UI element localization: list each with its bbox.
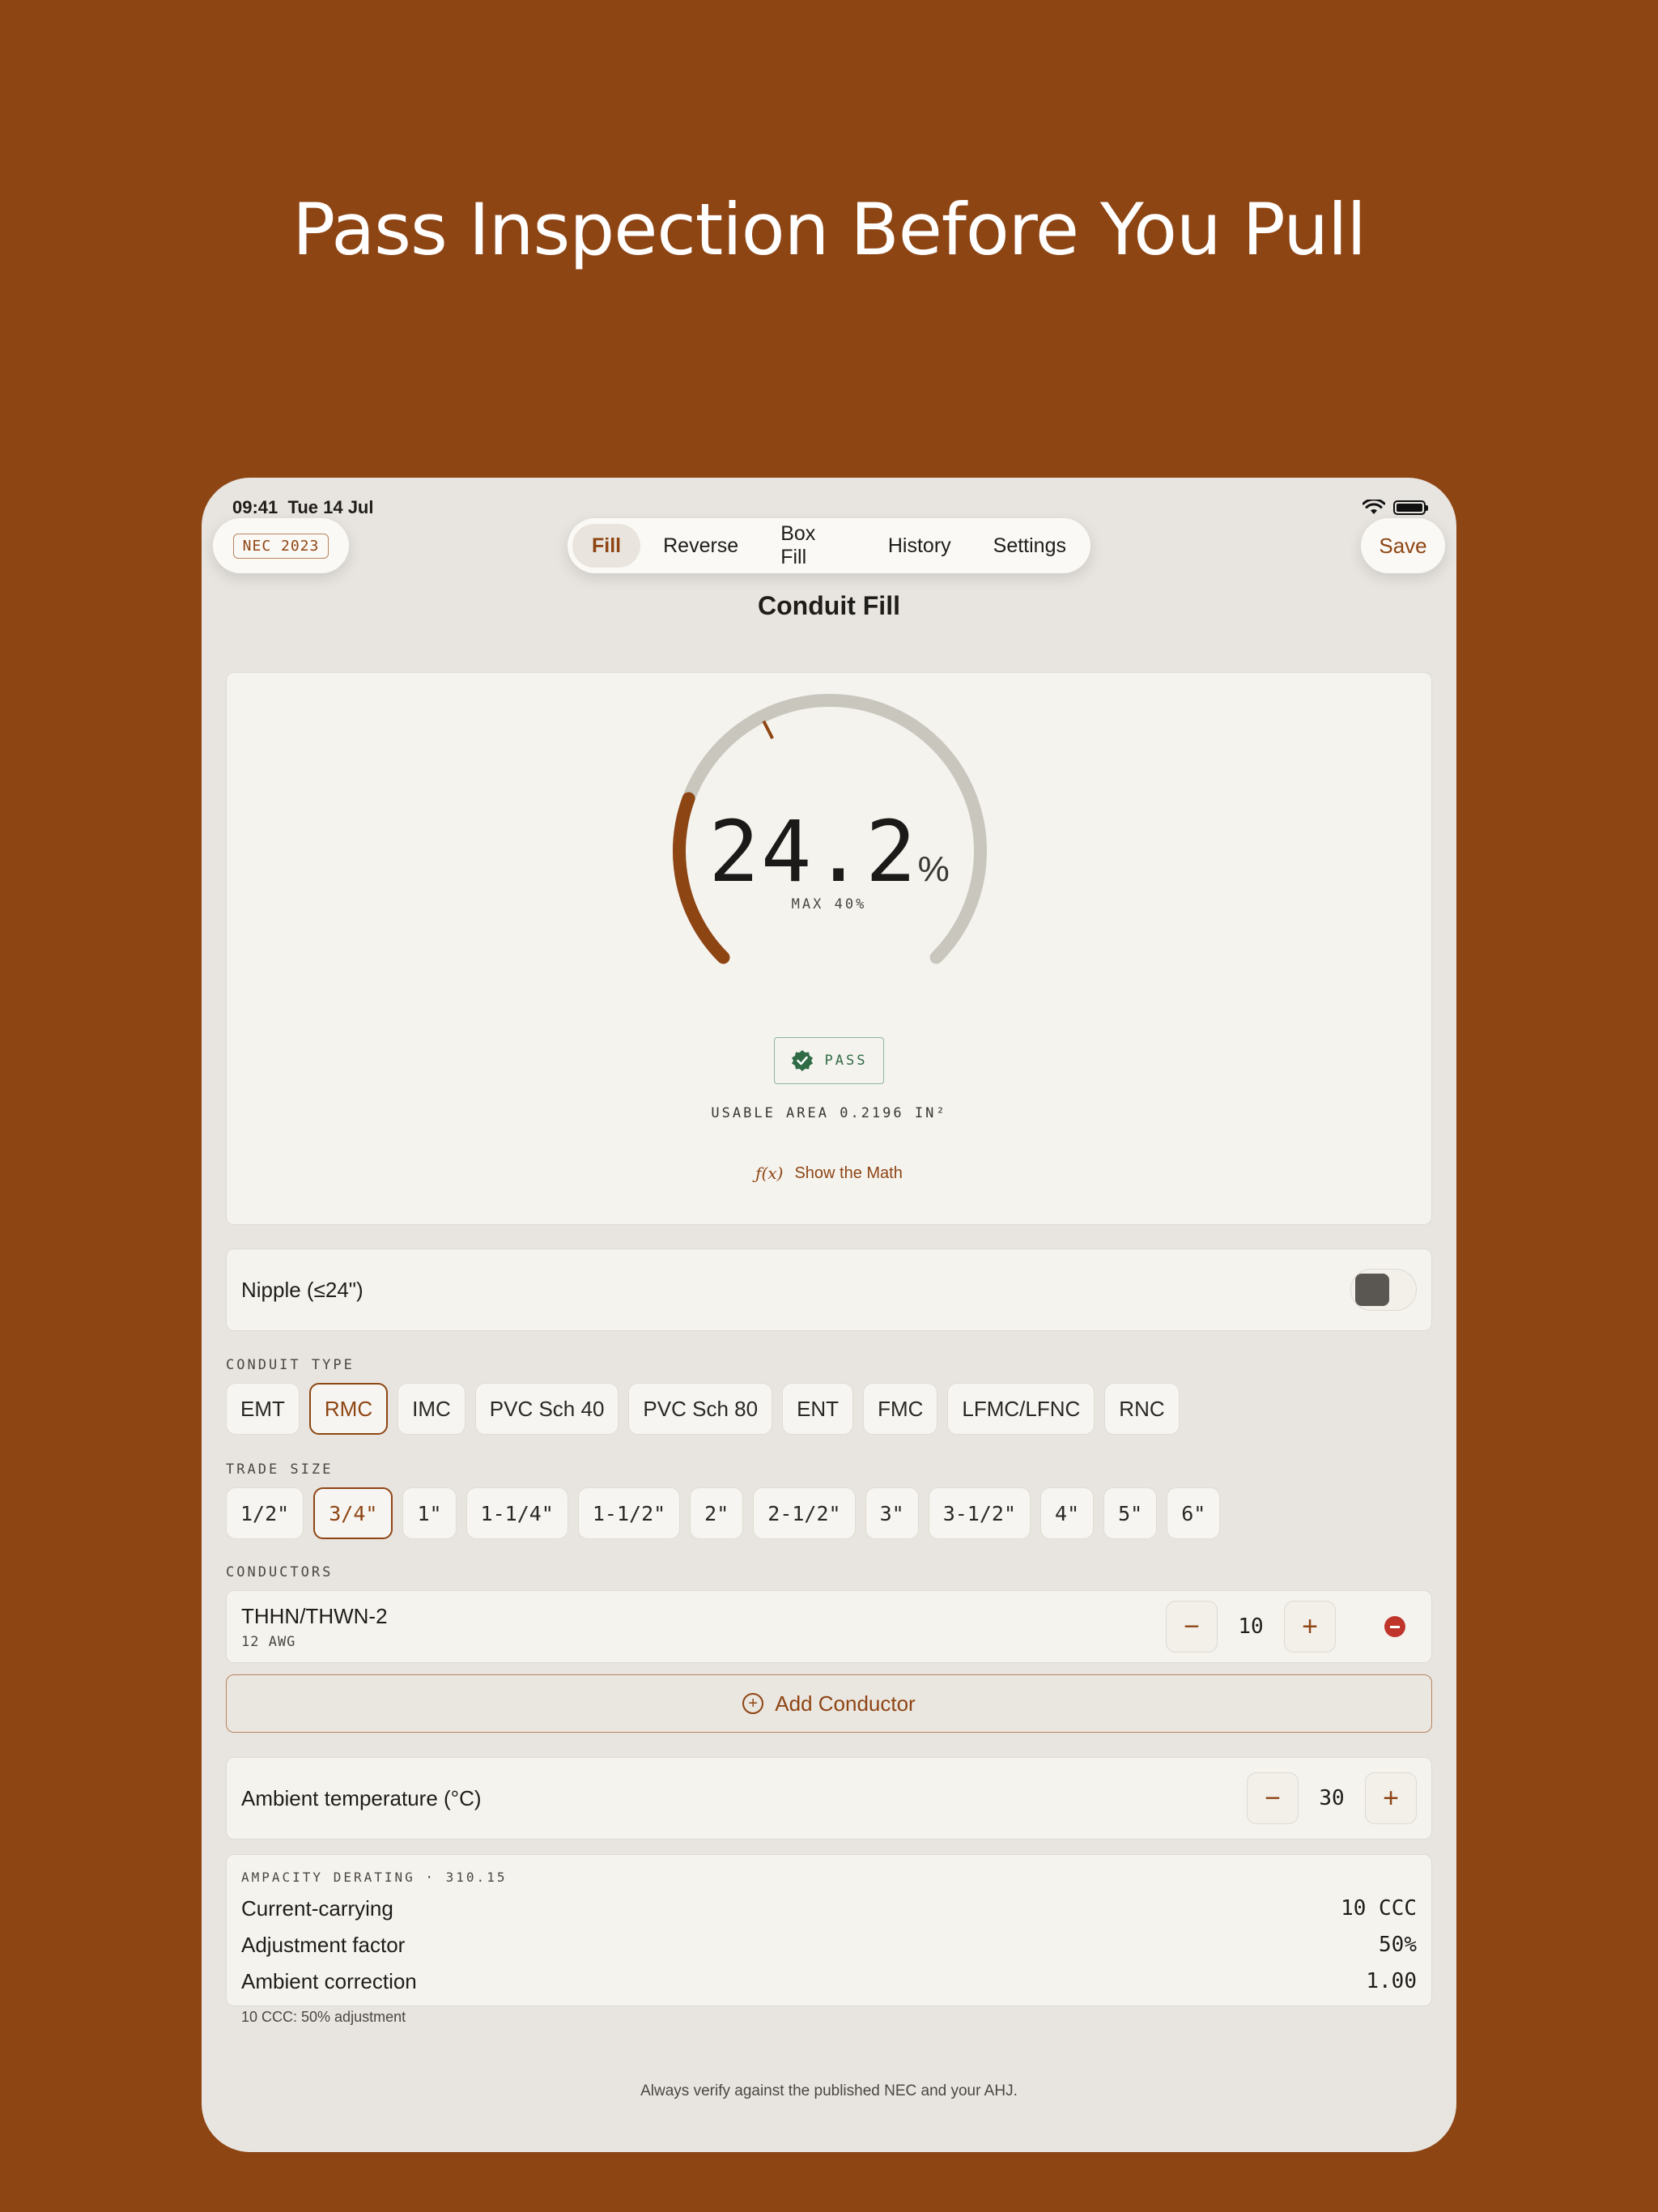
fill-max-label: MAX 40% (791, 896, 867, 912)
derating-row-adjustment: Adjustment factor 50% (241, 1933, 1417, 1958)
conductor-row: THHN/THWN-2 12 AWG − 10 + (226, 1590, 1432, 1663)
trade-size-2-1-2[interactable]: 2-1/2" (753, 1487, 856, 1539)
add-conductor-label: Add Conductor (775, 1691, 916, 1716)
screen-title: Conduit Fill (758, 591, 900, 620)
derating-row-ccc: Current-carrying 10 CCC (241, 1896, 1417, 1921)
status-badge: PASS (774, 1037, 884, 1084)
toggle-knob (1355, 1274, 1389, 1306)
trade-size-1[interactable]: 1" (402, 1487, 457, 1539)
conduit-option-rmc[interactable]: RMC (308, 1383, 389, 1435)
function-icon: ƒ(x) (755, 1163, 784, 1183)
conductor-decrement-button[interactable]: − (1166, 1601, 1218, 1653)
trade-size-4[interactable]: 4" (1040, 1487, 1095, 1539)
conductor-size: 12 AWG (241, 1633, 296, 1650)
conductor-count-stepper: − 10 + (1166, 1601, 1417, 1653)
trade-size-1-2[interactable]: 1/2" (226, 1487, 304, 1539)
plus-circle-icon: + (742, 1693, 764, 1714)
nec-edition-badge: NEC 2023 (232, 533, 329, 559)
conduit-option-fmc[interactable]: FMC (863, 1383, 938, 1435)
tab-bar: Fill Reverse Box Fill History Settings (568, 518, 1090, 573)
derating-row-value: 50% (1379, 1933, 1417, 1957)
conduit-option-imc[interactable]: IMC (397, 1383, 466, 1435)
tab-fill[interactable]: Fill (572, 524, 641, 568)
fill-gauge-card: 24.2% MAX 40% PASS USABLE AREA 0.2196 IN… (226, 672, 1432, 1225)
fill-percent-value: 24.2 (708, 802, 918, 901)
status-date: Tue 14 Jul (287, 497, 374, 517)
status-time-date: 09:41 Tue 14 Jul (232, 497, 373, 518)
fill-percent-unit: % (917, 849, 950, 889)
conduit-option-emt[interactable]: EMT (226, 1383, 300, 1435)
trade-size-options: 1/2" 3/4" 1" 1-1/4" 1-1/2" 2" 2-1/2" 3" … (226, 1487, 1221, 1539)
ambient-value: 30 (1319, 1786, 1345, 1810)
remove-conductor-icon[interactable] (1384, 1616, 1405, 1637)
wifi-icon (1363, 500, 1385, 514)
ambient-stepper: − 30 + (1247, 1772, 1417, 1824)
ambient-temperature-row: Ambient temperature (°C) − 30 + (226, 1757, 1432, 1840)
conduit-option-rnc[interactable]: RNC (1104, 1383, 1180, 1435)
derating-row-label: Adjustment factor (241, 1933, 406, 1957)
conduit-type-label: CONDUIT TYPE (226, 1357, 355, 1373)
conduit-option-pvc-80[interactable]: PVC Sch 80 (628, 1383, 773, 1435)
conductor-type: THHN/THWN-2 (241, 1603, 388, 1628)
derating-heading: AMPACITY DERATING · 310.15 (241, 1870, 508, 1885)
trade-size-3[interactable]: 3" (865, 1487, 919, 1539)
disclaimer: Always verify against the published NEC … (640, 2082, 1018, 2099)
gauge-max-tick (762, 720, 774, 739)
derating-row-value: 1.00 (1366, 1969, 1417, 1993)
trade-size-5[interactable]: 5" (1103, 1487, 1158, 1539)
trade-size-3-4[interactable]: 3/4" (313, 1487, 393, 1539)
conductor-increment-button[interactable]: + (1284, 1601, 1336, 1653)
trade-size-3-1-2[interactable]: 3-1/2" (928, 1487, 1031, 1539)
derating-note: 10 CCC: 50% adjustment (241, 2009, 406, 2025)
tab-settings[interactable]: Settings (974, 524, 1086, 568)
conductor-info: THHN/THWN-2 12 AWG (241, 1604, 388, 1650)
ambient-decrement-button[interactable]: − (1247, 1772, 1299, 1824)
tab-reverse[interactable]: Reverse (644, 524, 758, 568)
conduit-option-lfmc[interactable]: LFMC/LFNC (947, 1383, 1095, 1435)
add-conductor-button[interactable]: + Add Conductor (226, 1674, 1432, 1733)
trade-size-2[interactable]: 2" (690, 1487, 744, 1539)
conduit-option-pvc-40[interactable]: PVC Sch 40 (474, 1383, 619, 1435)
tab-box-fill[interactable]: Box Fill (761, 522, 865, 568)
tab-history[interactable]: History (869, 524, 971, 568)
status-badge-label: PASS (824, 1053, 868, 1069)
status-icons (1363, 500, 1428, 516)
usable-area: USABLE AREA 0.2196 IN² (711, 1105, 947, 1121)
trade-size-1-1-4[interactable]: 1-1/4" (466, 1487, 568, 1539)
ambient-increment-button[interactable]: + (1365, 1772, 1417, 1824)
ampacity-derating-card: AMPACITY DERATING · 310.15 Current-carry… (226, 1854, 1432, 2025)
trade-size-1-1-2[interactable]: 1-1/2" (577, 1487, 681, 1539)
derating-row-label: Ambient correction (241, 1969, 417, 1993)
nipple-row: Nipple (≤24") (226, 1249, 1432, 1331)
conduit-option-ent[interactable]: ENT (782, 1383, 854, 1435)
fill-readout: 24.2% (227, 802, 1431, 901)
trade-size-label: TRADE SIZE (226, 1461, 334, 1478)
device-frame: 09:41 Tue 14 Jul NEC 2023 Fill Reverse B… (202, 478, 1456, 2152)
conduit-type-options: EMT RMC IMC PVC Sch 40 PVC Sch 80 ENT FM… (226, 1383, 1180, 1435)
derating-row-ambient: Ambient correction 1.00 (241, 1969, 1417, 1994)
derating-row-value: 10 CCC (1341, 1896, 1417, 1921)
nec-edition-pill[interactable]: NEC 2023 (213, 518, 349, 573)
nipple-toggle[interactable] (1350, 1269, 1417, 1311)
nipple-label: Nipple (≤24") (241, 1277, 363, 1302)
derating-row-label: Current-carrying (241, 1896, 393, 1921)
marketing-headline: Pass Inspection Before You Pull (292, 188, 1367, 271)
save-button[interactable]: Save (1361, 518, 1445, 573)
battery-icon (1393, 500, 1428, 515)
ambient-label: Ambient temperature (°C) (241, 1785, 482, 1810)
status-time: 09:41 (232, 497, 278, 517)
show-math-label: Show the Math (794, 1163, 903, 1182)
trade-size-6[interactable]: 6" (1167, 1487, 1221, 1539)
conductor-count: 10 (1238, 1614, 1264, 1639)
verified-check-icon (791, 1050, 813, 1071)
show-math-button[interactable]: ƒ(x) Show the Math (227, 1163, 1431, 1183)
conductors-label: CONDUCTORS (226, 1564, 334, 1580)
